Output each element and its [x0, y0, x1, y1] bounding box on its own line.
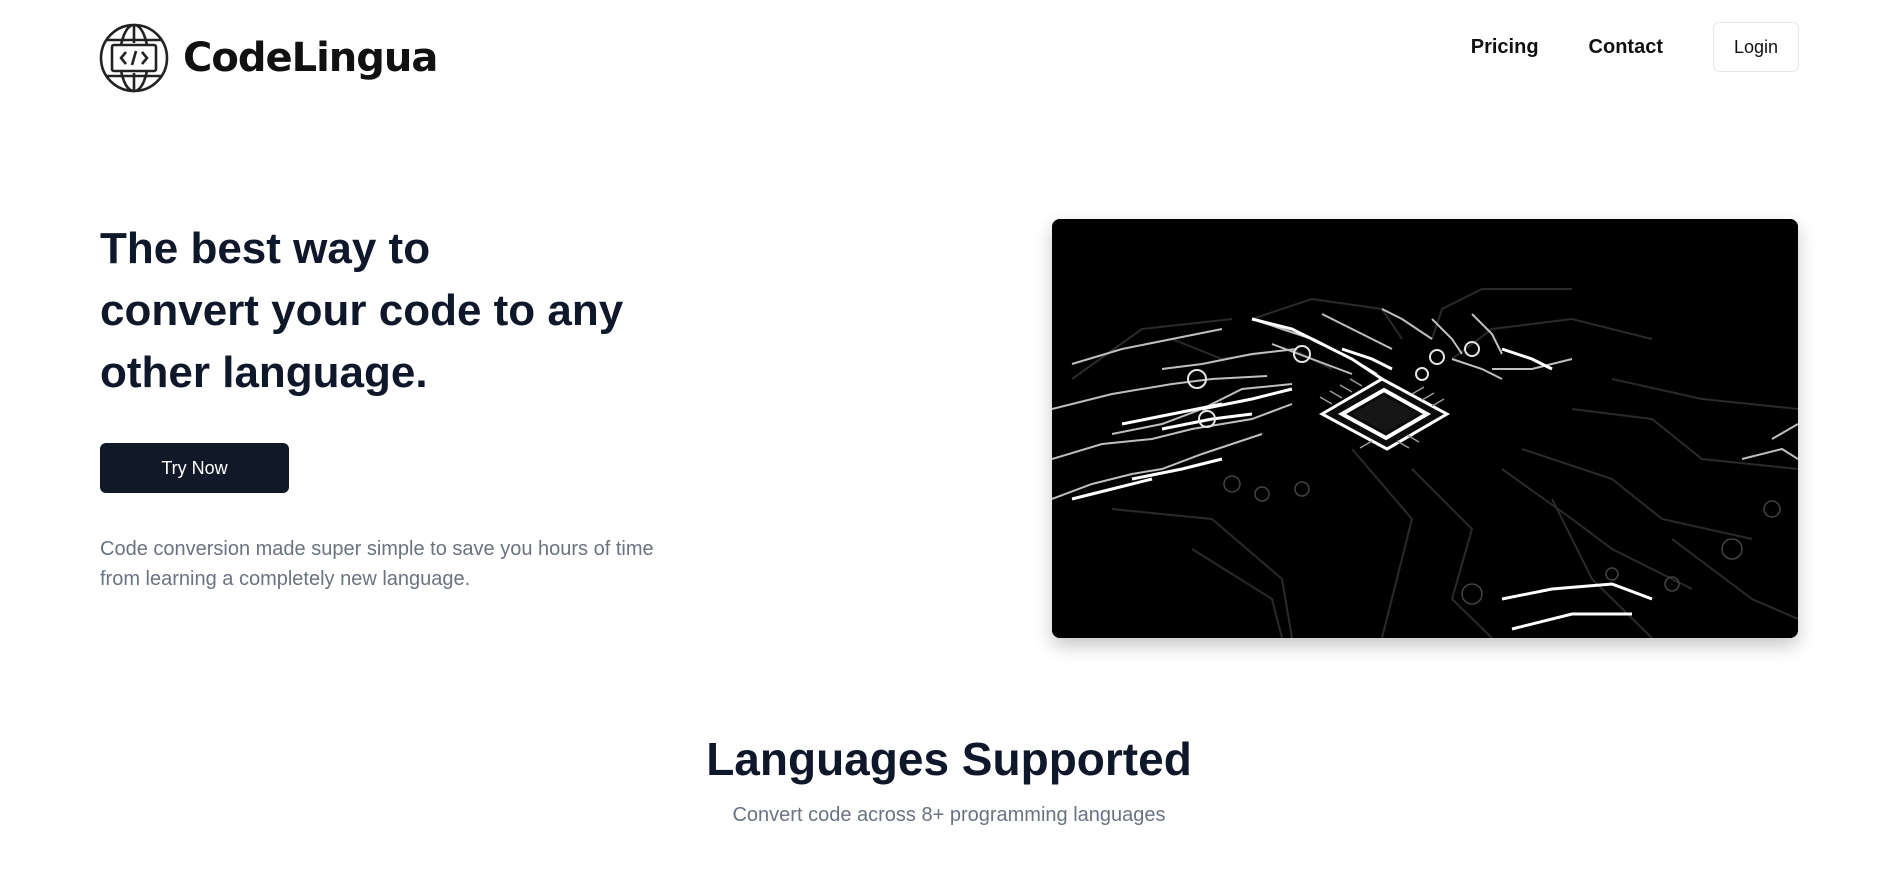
languages-section-subtitle: Convert code across 8+ programming langu… — [732, 804, 1166, 826]
hero-title: The best way to convert your code to any… — [100, 218, 720, 404]
circuit-board-chip-image — [1052, 219, 1798, 638]
nav-contact-link[interactable]: Contact — [1589, 36, 1663, 59]
brand-logo[interactable]: CodeLingua — [99, 19, 438, 97]
hero-title-line: The best way to — [100, 224, 431, 273]
top-nav: Pricing Contact Login — [1471, 22, 1799, 72]
brand-name: CodeLingua — [183, 35, 438, 81]
hero-description-line: from learning a completely new language. — [100, 568, 471, 590]
nav-pricing-link[interactable]: Pricing — [1471, 36, 1539, 59]
globe-code-icon — [99, 23, 169, 93]
hero-description: Code conversion made super simple to sav… — [100, 534, 680, 594]
site-header: CodeLingua Pricing Contact Login — [0, 0, 1898, 94]
try-now-button[interactable]: Try Now — [100, 443, 289, 493]
languages-section-title: Languages Supported — [706, 733, 1192, 785]
hero-title-line: convert your code to any — [100, 286, 624, 335]
hero-description-line: Code conversion made super simple to sav… — [100, 538, 654, 560]
hero-image — [1052, 219, 1798, 638]
login-button[interactable]: Login — [1713, 22, 1799, 72]
hero-title-line: other language. — [100, 348, 428, 397]
